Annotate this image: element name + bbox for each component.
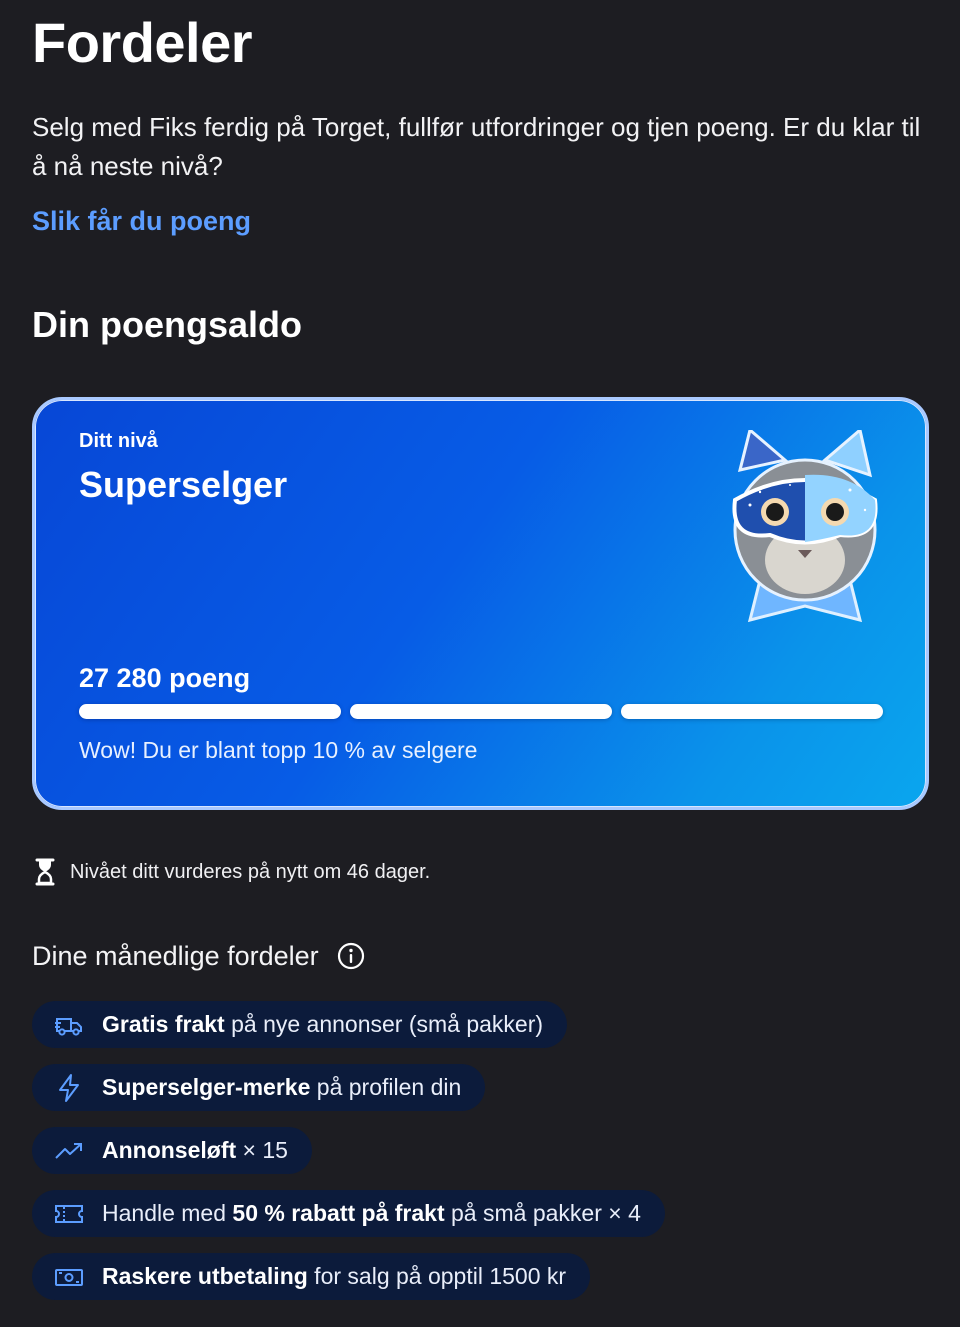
benefit-bold: Superselger-merke (102, 1074, 311, 1100)
benefit-rest: for salg på opptil 1500 kr (307, 1263, 567, 1289)
level-card: Ditt nivå Superselger 27 280 poeng Wow! … (32, 397, 929, 810)
benefit-free-shipping: Gratis frakt på nye annonser (små pakker… (32, 1001, 568, 1048)
benefit-bold: 50 % rabatt på frakt (232, 1200, 445, 1226)
progress-segment (621, 704, 883, 719)
benefit-faster-payout: Raskere utbetaling for salg på opptil 15… (32, 1253, 591, 1300)
page-title: Fordeler (32, 11, 253, 74)
benefit-superseller-badge: Superselger-merke på profilen din (32, 1064, 486, 1111)
benefit-bold: Gratis frakt (102, 1011, 225, 1037)
info-icon[interactable] (337, 942, 365, 970)
reassessment-notice: Nivået ditt vurderes på nytt om 46 dager… (32, 856, 430, 888)
benefit-bold: Raskere utbetaling (102, 1263, 308, 1289)
lightning-icon (59, 1073, 79, 1102)
points-value: 27 280 poeng (79, 663, 251, 693)
reassessment-text: Nivået ditt vurderes på nytt om 46 dager… (70, 860, 431, 883)
hourglass-icon (35, 858, 55, 886)
ticket-icon (55, 1204, 83, 1223)
level-label: Ditt nivå (79, 430, 158, 452)
banknote-icon (55, 1268, 83, 1286)
level-name: Superselger (79, 464, 288, 505)
truck-icon (55, 1017, 82, 1036)
benefit-rest: på små pakker × 4 (444, 1200, 641, 1226)
intro-text: Selg med Fiks ferdig på Torget, fullfør … (32, 112, 921, 181)
progress-segment (350, 704, 612, 719)
benefit-rest: på profilen din (310, 1074, 462, 1100)
benefit-rest: på nye annonser (små pakker) (224, 1011, 544, 1037)
benefits-page: Fordeler Selg med Fiks ferdig på Torget,… (0, 0, 960, 1327)
benefit-bold: Annonseløft (102, 1137, 237, 1163)
how-to-earn-points-link[interactable]: Slik får du poeng (32, 206, 251, 237)
progress-segment (79, 704, 341, 719)
monthly-benefits-heading: Dine månedlige fordeler (32, 936, 365, 976)
benefit-rest: × 15 (236, 1137, 288, 1163)
benefit-pre: Handle med (102, 1200, 233, 1226)
monthly-benefits-title: Dine månedlige fordeler (32, 940, 319, 971)
points-balance-title: Din poengsaldo (32, 304, 302, 345)
masked-cat-badge-icon (732, 430, 878, 623)
level-progress-bar (79, 704, 883, 720)
benefit-shipping-discount: Handle med 50 % rabatt på frakt på små p… (32, 1190, 665, 1237)
trend-up-icon (55, 1142, 82, 1159)
level-status-text: Wow! Du er blant topp 10 % av selgere (79, 737, 478, 763)
benefit-ad-boost: Annonseløft × 15 (32, 1127, 312, 1174)
